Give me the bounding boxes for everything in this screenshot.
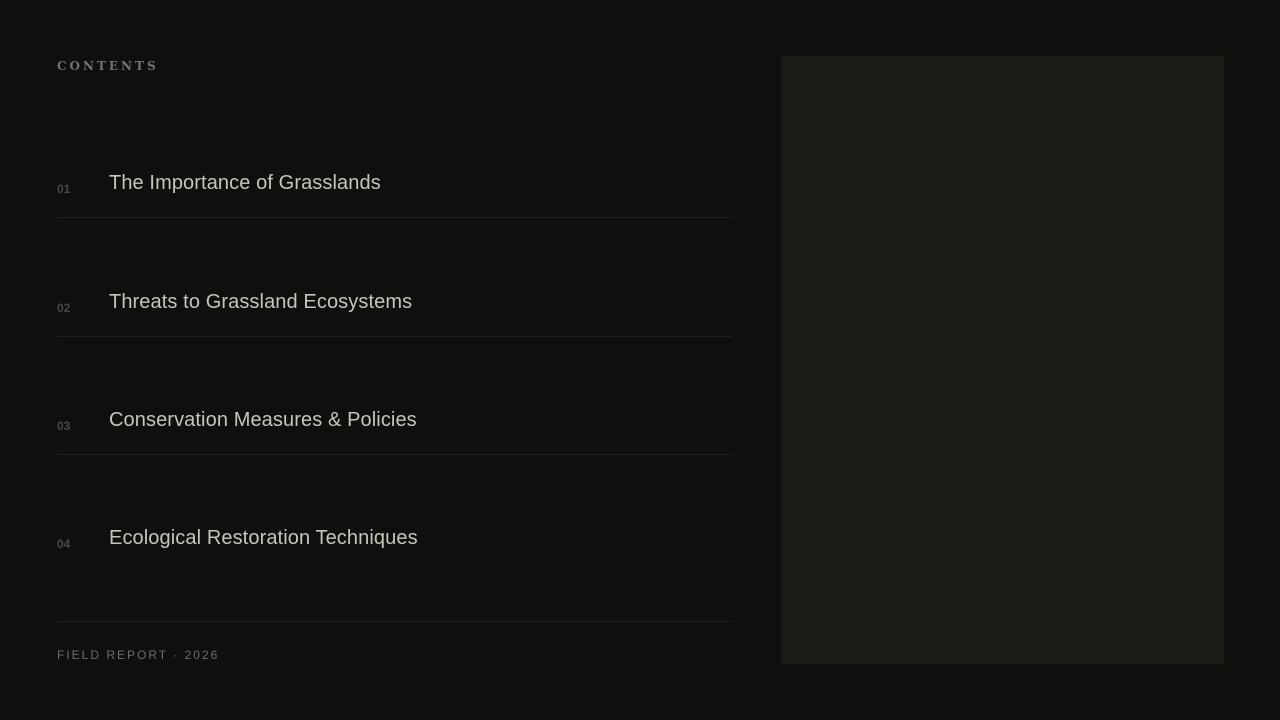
toc-item-number: 02 bbox=[57, 300, 71, 315]
toc-item-number: 03 bbox=[57, 418, 71, 433]
table-of-contents: 01 The Importance of Grasslands 02 Threa… bbox=[57, 100, 732, 621]
toc-item-4[interactable]: 04 Ecological Restoration Techniques bbox=[57, 455, 732, 621]
toc-item-title: The Importance of Grasslands bbox=[109, 172, 381, 195]
toc-item-number: 01 bbox=[57, 182, 71, 197]
toc-item-title: Threats to Grassland Ecosystems bbox=[109, 290, 413, 313]
toc-item-number: 04 bbox=[57, 537, 71, 551]
toc-item-2[interactable]: 02 Threats to Grassland Ecosystems bbox=[57, 218, 732, 337]
toc-item-title: Ecological Restoration Techniques bbox=[109, 527, 418, 549]
footer-label: FIELD REPORT · 2026 bbox=[57, 648, 220, 662]
image-placeholder-panel bbox=[781, 56, 1224, 664]
toc-item-title: Conservation Measures & Policies bbox=[109, 408, 417, 431]
footer-divider bbox=[57, 621, 732, 622]
toc-item-1[interactable]: 01 The Importance of Grasslands bbox=[57, 100, 732, 219]
contents-heading: CONTENTS bbox=[57, 59, 159, 73]
toc-item-3[interactable]: 03 Conservation Measures & Policies bbox=[57, 337, 732, 455]
